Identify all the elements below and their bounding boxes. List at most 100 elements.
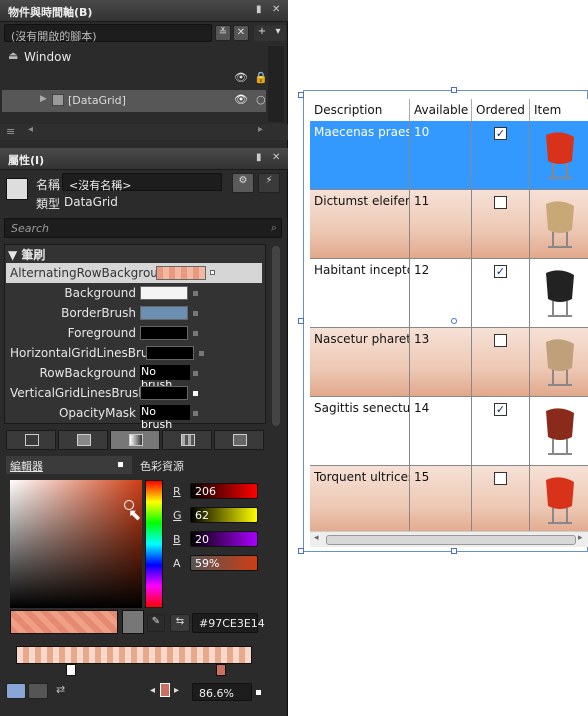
search-input[interactable]: Search ⌕ bbox=[4, 218, 282, 238]
selection-handle[interactable] bbox=[298, 548, 304, 554]
tree-item-datagrid[interactable]: ▶ [DataGrid] 👁 ○ bbox=[2, 90, 266, 112]
linear-gradient-button[interactable] bbox=[6, 683, 26, 699]
events-mode-button[interactable]: ⚡ bbox=[258, 173, 280, 193]
available-cell[interactable]: 11 bbox=[410, 190, 472, 259]
tab-color-resources[interactable]: 色彩資源 bbox=[136, 456, 262, 474]
horizontal-grid-lines-swatch[interactable] bbox=[146, 346, 194, 360]
foreground-label[interactable]: Foreground bbox=[10, 326, 136, 340]
ordered-checkbox[interactable]: ✓ bbox=[494, 127, 507, 140]
description-cell[interactable]: Torquent ultrices bbox=[310, 466, 410, 535]
background-label[interactable]: Background bbox=[10, 286, 136, 300]
column-header-item[interactable]: Item bbox=[530, 99, 588, 121]
description-cell[interactable]: Sagittis senectus bbox=[310, 397, 410, 466]
background-swatch[interactable] bbox=[140, 286, 188, 300]
saturation-brightness-picker[interactable] bbox=[10, 480, 142, 608]
available-cell[interactable]: 13 bbox=[410, 328, 472, 397]
table-row[interactable]: Sagittis senectus 14 ✓ bbox=[310, 397, 588, 466]
editor-options-square[interactable] bbox=[118, 462, 123, 467]
ordered-checkbox[interactable]: ✓ bbox=[494, 265, 507, 278]
available-cell[interactable]: 15 bbox=[410, 466, 472, 535]
gradient-offset-options-square[interactable] bbox=[256, 690, 261, 695]
vertical-grid-lines-swatch[interactable] bbox=[140, 386, 188, 400]
opacity-mask-label[interactable]: OpacityMask bbox=[10, 406, 136, 420]
border-brush-swatch[interactable] bbox=[140, 306, 188, 320]
close-icon[interactable]: ✕ bbox=[272, 4, 280, 15]
rotation-handle[interactable] bbox=[451, 318, 457, 324]
table-row[interactable]: Nascetur pharetra13 bbox=[310, 328, 588, 397]
scroll-left-icon[interactable]: ◂ bbox=[28, 124, 33, 135]
advanced-options-square[interactable] bbox=[199, 351, 204, 356]
advanced-options-square[interactable] bbox=[193, 331, 198, 336]
eye-icon[interactable]: 👁 bbox=[234, 71, 248, 84]
opacity-mask-value[interactable]: No brush bbox=[140, 405, 190, 431]
table-row[interactable]: Habitant inceptos 12 ✓ bbox=[310, 259, 588, 328]
description-cell[interactable]: Dictumst eleifend bbox=[310, 190, 410, 259]
scroll-right-icon[interactable]: ▸ bbox=[258, 124, 263, 135]
reverse-gradient-icon[interactable]: ⇄ bbox=[56, 683, 65, 696]
available-cell[interactable]: 10 bbox=[410, 121, 472, 190]
ordered-checkbox[interactable] bbox=[494, 196, 507, 209]
pin-icon[interactable]: ▮ bbox=[256, 4, 262, 15]
selection-handle[interactable] bbox=[298, 92, 304, 98]
advanced-options-square[interactable] bbox=[193, 411, 198, 416]
eye-icon[interactable]: 👁 bbox=[234, 93, 248, 106]
hue-slider[interactable] bbox=[145, 480, 163, 608]
advanced-options-square[interactable] bbox=[210, 270, 215, 275]
no-brush-tab[interactable] bbox=[6, 430, 56, 450]
table-row[interactable]: Torquent ultrices 15 bbox=[310, 466, 588, 535]
gradient-bar[interactable] bbox=[16, 646, 252, 664]
advanced-options-square[interactable] bbox=[193, 391, 198, 396]
properties-mode-button[interactable]: ⚙ bbox=[232, 173, 254, 193]
description-cell[interactable]: Maecenas praesent bbox=[310, 121, 410, 190]
table-row[interactable]: Dictumst eleifend 11 bbox=[310, 190, 588, 259]
lock-circle-icon[interactable]: ○ bbox=[256, 93, 266, 106]
tree-scrollbar[interactable] bbox=[268, 46, 284, 122]
solid-brush-tab[interactable] bbox=[58, 430, 108, 450]
close-script-button[interactable]: ✕ bbox=[233, 25, 249, 41]
close-icon[interactable]: ✕ bbox=[272, 152, 280, 163]
column-header-description[interactable]: Description bbox=[310, 99, 410, 121]
datagrid[interactable]: Description Available Ordered Item Maece… bbox=[303, 90, 588, 552]
advanced-options-square[interactable] bbox=[193, 371, 198, 376]
script-select[interactable]: (沒有開啟的腳本) bbox=[4, 24, 212, 43]
selection-handle[interactable] bbox=[451, 87, 457, 93]
expand-arrow-icon[interactable]: ▶ bbox=[40, 94, 47, 104]
column-header-available[interactable]: Available bbox=[410, 99, 472, 121]
row-background-label[interactable]: RowBackground bbox=[10, 366, 136, 380]
radial-gradient-button[interactable] bbox=[28, 683, 48, 699]
brush-section-header[interactable]: ▼ 筆刷 bbox=[8, 246, 45, 263]
tab-editor[interactable]: 編輯器 bbox=[6, 456, 132, 474]
tree-item-window[interactable]: ⏏ Window bbox=[0, 46, 288, 68]
scroll-right-icon[interactable]: ▸ bbox=[578, 533, 583, 543]
pin-icon[interactable]: ▮ bbox=[256, 152, 262, 163]
tile-brush-tab[interactable] bbox=[162, 430, 212, 450]
alternating-row-swatch[interactable] bbox=[156, 266, 206, 280]
add-button[interactable]: + bbox=[254, 25, 270, 41]
resource-brush-tab[interactable] bbox=[214, 430, 264, 450]
advanced-options-square[interactable] bbox=[193, 311, 198, 316]
column-header-ordered[interactable]: Ordered bbox=[472, 99, 530, 121]
scroll-thumb[interactable] bbox=[326, 535, 576, 545]
scroll-left-icon[interactable]: ◂ bbox=[314, 533, 319, 543]
advanced-options-square[interactable] bbox=[193, 291, 198, 296]
next-stop-icon[interactable]: ▸ bbox=[174, 685, 179, 696]
table-row[interactable]: Maecenas praesent10 ✓ bbox=[310, 121, 588, 190]
border-brush-label[interactable]: BorderBrush bbox=[10, 306, 136, 320]
description-cell[interactable]: Nascetur pharetra bbox=[310, 328, 410, 397]
description-cell[interactable]: Habitant inceptos bbox=[310, 259, 410, 328]
hex-input[interactable]: #97CE3E14 bbox=[192, 613, 265, 633]
available-cell[interactable]: 14 bbox=[410, 397, 472, 466]
menu-chevron-icon[interactable]: ▾ bbox=[270, 25, 286, 41]
previous-stop-icon[interactable]: ◂ bbox=[150, 685, 155, 696]
alternating-row-background-label[interactable]: AlternatingRowBackground bbox=[10, 266, 173, 280]
properties-scrollbar[interactable] bbox=[272, 246, 280, 426]
ordered-checkbox[interactable] bbox=[494, 472, 507, 485]
gradient-stop-2[interactable] bbox=[216, 664, 226, 676]
ordered-checkbox[interactable] bbox=[494, 334, 507, 347]
ordered-checkbox[interactable]: ✓ bbox=[494, 403, 507, 416]
selection-handle[interactable] bbox=[298, 318, 304, 324]
horizontal-grid-lines-label[interactable]: HorizontalGridLinesBrush bbox=[10, 346, 162, 360]
eyedropper-icon[interactable]: ✎ bbox=[147, 614, 165, 632]
vertical-grid-lines-label[interactable]: VerticalGridLinesBrush bbox=[10, 386, 146, 400]
gradient-offset-input[interactable]: 86.6% bbox=[192, 683, 252, 701]
